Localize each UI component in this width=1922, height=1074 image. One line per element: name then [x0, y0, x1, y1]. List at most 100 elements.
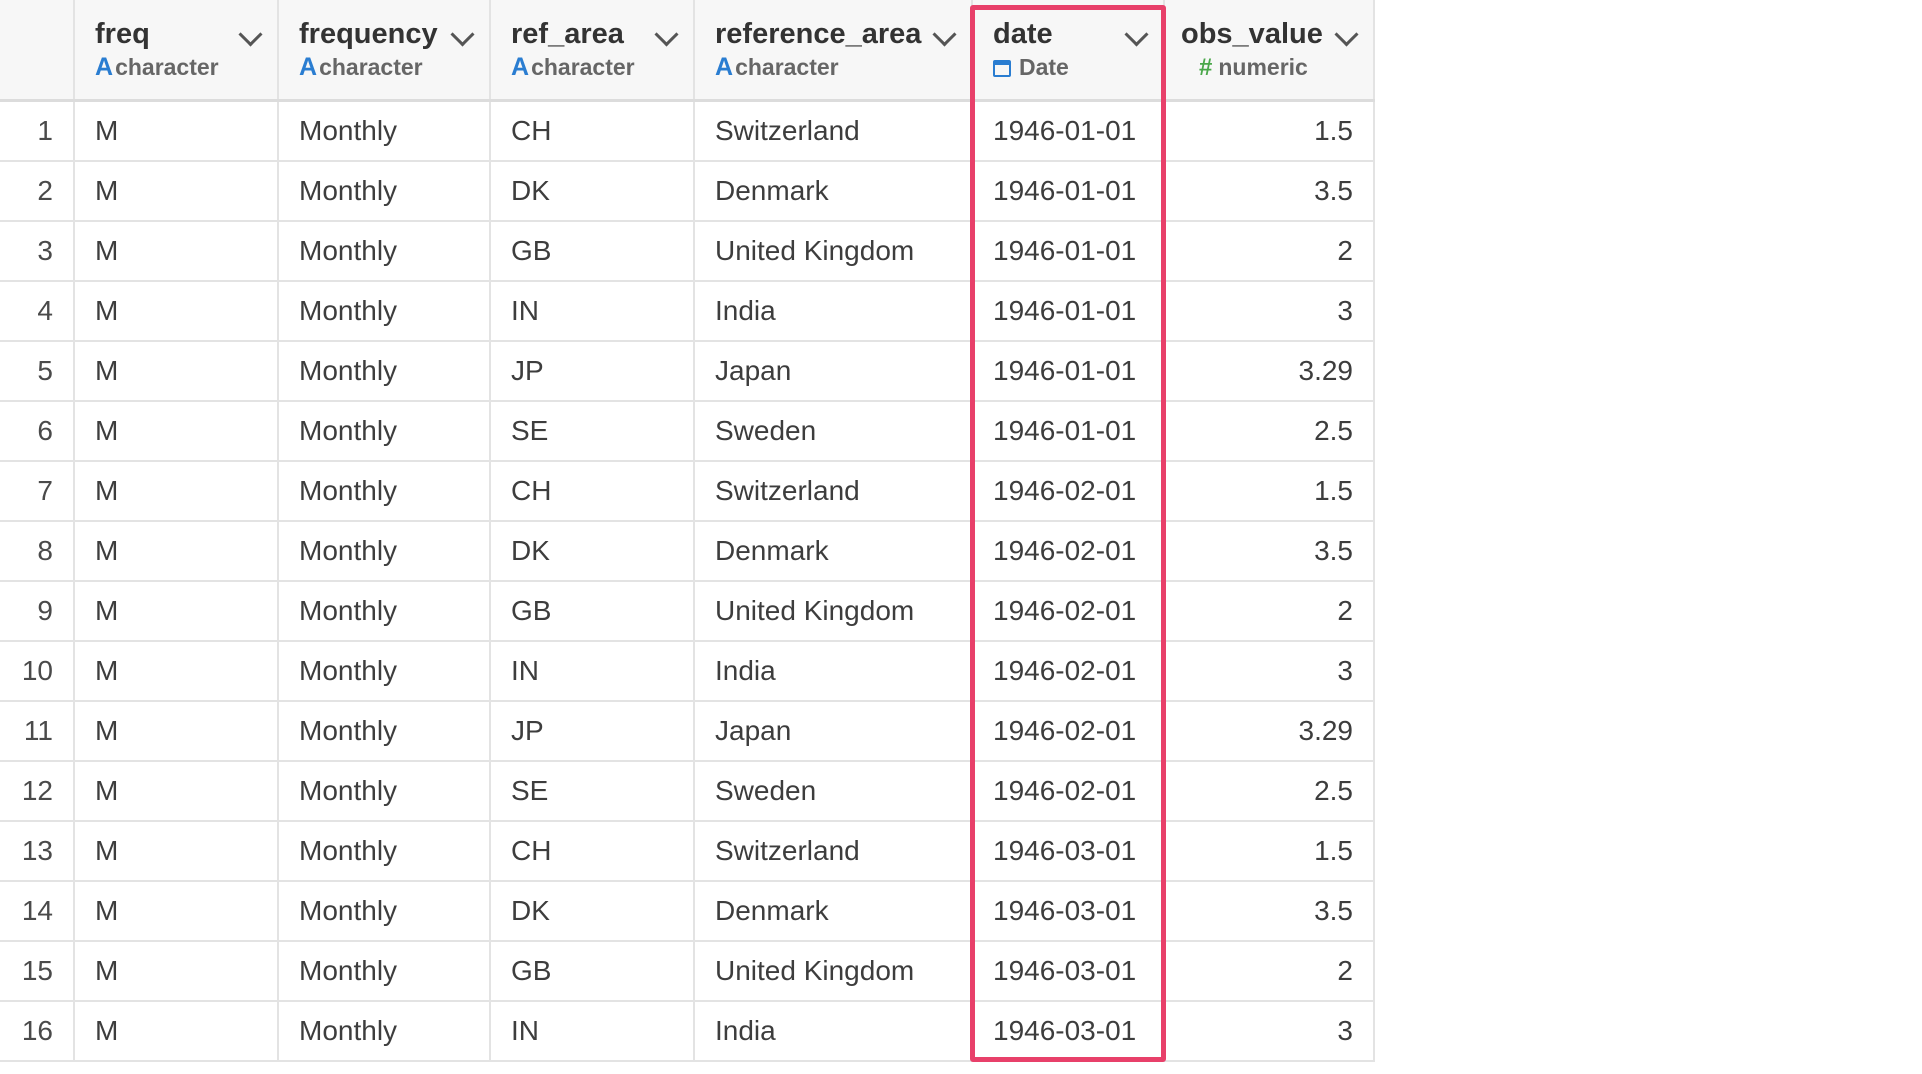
date-cell[interactable]: 1946-03-01 [972, 821, 1165, 882]
obs-value-cell[interactable]: 3 [1164, 281, 1375, 342]
date-cell[interactable]: 1946-03-01 [972, 941, 1165, 1002]
reference-area-cell[interactable]: United Kingdom [694, 221, 973, 282]
ref-area-cell[interactable]: CH [490, 821, 695, 882]
reference-area-cell[interactable]: Japan [694, 701, 973, 762]
freq-cell[interactable]: M [74, 821, 279, 882]
frequency-cell[interactable]: Monthly [278, 341, 491, 402]
obs-value-cell[interactable]: 2.5 [1164, 401, 1375, 462]
freq-cell[interactable]: M [74, 221, 279, 282]
ref-area-cell[interactable]: IN [490, 1001, 695, 1062]
column-header-date[interactable]: date Date [972, 0, 1165, 102]
frequency-cell[interactable]: Monthly [278, 761, 491, 822]
obs-value-cell[interactable]: 2 [1164, 221, 1375, 282]
ref-area-cell[interactable]: JP [490, 701, 695, 762]
freq-cell[interactable]: M [74, 521, 279, 582]
table-row[interactable]: 2 M Monthly DK Denmark 1946-01-01 3.5 [0, 161, 1375, 222]
reference-area-cell[interactable]: Denmark [694, 161, 973, 222]
freq-cell[interactable]: M [74, 1001, 279, 1062]
column-header-ref-area[interactable]: ref_area Acharacter [490, 0, 695, 102]
table-row[interactable]: 8 M Monthly DK Denmark 1946-02-01 3.5 [0, 521, 1375, 582]
obs-value-cell[interactable]: 3 [1164, 641, 1375, 702]
table-row[interactable]: 5 M Monthly JP Japan 1946-01-01 3.29 [0, 341, 1375, 402]
ref-area-cell[interactable]: GB [490, 941, 695, 1002]
obs-value-cell[interactable]: 2 [1164, 581, 1375, 642]
obs-value-cell[interactable]: 1.5 [1164, 461, 1375, 522]
ref-area-cell[interactable]: GB [490, 581, 695, 642]
table-row[interactable]: 12 M Monthly SE Sweden 1946-02-01 2.5 [0, 761, 1375, 822]
frequency-cell[interactable]: Monthly [278, 221, 491, 282]
reference-area-cell[interactable]: Switzerland [694, 821, 973, 882]
ref-area-cell[interactable]: DK [490, 881, 695, 942]
freq-cell[interactable]: M [74, 701, 279, 762]
obs-value-cell[interactable]: 3.29 [1164, 701, 1375, 762]
reference-area-cell[interactable]: Japan [694, 341, 973, 402]
date-cell[interactable]: 1946-01-01 [972, 161, 1165, 222]
ref-area-cell[interactable]: IN [490, 281, 695, 342]
obs-value-cell[interactable]: 2 [1164, 941, 1375, 1002]
obs-value-cell[interactable]: 3.29 [1164, 341, 1375, 402]
ref-area-cell[interactable]: DK [490, 161, 695, 222]
table-row[interactable]: 16 M Monthly IN India 1946-03-01 3 [0, 1001, 1375, 1062]
table-row[interactable]: 3 M Monthly GB United Kingdom 1946-01-01 2 [0, 221, 1375, 282]
reference-area-cell[interactable]: Denmark [694, 521, 973, 582]
date-cell[interactable]: 1946-01-01 [972, 100, 1165, 162]
obs-value-cell[interactable]: 1.5 [1164, 100, 1375, 162]
freq-cell[interactable]: M [74, 881, 279, 942]
date-cell[interactable]: 1946-01-01 [972, 401, 1165, 462]
date-cell[interactable]: 1946-02-01 [972, 761, 1165, 822]
table-row[interactable]: 7 M Monthly CH Switzerland 1946-02-01 1.5 [0, 461, 1375, 522]
reference-area-cell[interactable]: India [694, 281, 973, 342]
frequency-cell[interactable]: Monthly [278, 281, 491, 342]
column-header-reference-area[interactable]: reference_area Acharacter [694, 0, 973, 102]
freq-cell[interactable]: M [74, 581, 279, 642]
frequency-cell[interactable]: Monthly [278, 461, 491, 522]
table-row[interactable]: 4 M Monthly IN India 1946-01-01 3 [0, 281, 1375, 342]
date-cell[interactable]: 1946-01-01 [972, 341, 1165, 402]
freq-cell[interactable]: M [74, 100, 279, 162]
freq-cell[interactable]: M [74, 401, 279, 462]
frequency-cell[interactable]: Monthly [278, 161, 491, 222]
frequency-cell[interactable]: Monthly [278, 1001, 491, 1062]
table-row[interactable]: 14 M Monthly DK Denmark 1946-03-01 3.5 [0, 881, 1375, 942]
ref-area-cell[interactable]: CH [490, 100, 695, 162]
date-cell[interactable]: 1946-03-01 [972, 881, 1165, 942]
frequency-cell[interactable]: Monthly [278, 881, 491, 942]
date-cell[interactable]: 1946-03-01 [972, 1001, 1165, 1062]
reference-area-cell[interactable]: Switzerland [694, 100, 973, 162]
date-cell[interactable]: 1946-02-01 [972, 641, 1165, 702]
obs-value-cell[interactable]: 3.5 [1164, 521, 1375, 582]
ref-area-cell[interactable]: DK [490, 521, 695, 582]
freq-cell[interactable]: M [74, 161, 279, 222]
freq-cell[interactable]: M [74, 341, 279, 402]
frequency-cell[interactable]: Monthly [278, 100, 491, 162]
date-cell[interactable]: 1946-01-01 [972, 281, 1165, 342]
reference-area-cell[interactable]: Sweden [694, 401, 973, 462]
date-cell[interactable]: 1946-02-01 [972, 461, 1165, 522]
table-row[interactable]: 11 M Monthly JP Japan 1946-02-01 3.29 [0, 701, 1375, 762]
freq-cell[interactable]: M [74, 641, 279, 702]
table-row[interactable]: 13 M Monthly CH Switzerland 1946-03-01 1.5 [0, 821, 1375, 882]
frequency-cell[interactable]: Monthly [278, 401, 491, 462]
date-cell[interactable]: 1946-02-01 [972, 521, 1165, 582]
date-cell[interactable]: 1946-02-01 [972, 581, 1165, 642]
freq-cell[interactable]: M [74, 281, 279, 342]
table-row[interactable]: 10 M Monthly IN India 1946-02-01 3 [0, 641, 1375, 702]
obs-value-cell[interactable]: 1.5 [1164, 821, 1375, 882]
frequency-cell[interactable]: Monthly [278, 821, 491, 882]
obs-value-cell[interactable]: 3 [1164, 1001, 1375, 1062]
reference-area-cell[interactable]: United Kingdom [694, 581, 973, 642]
date-cell[interactable]: 1946-02-01 [972, 701, 1165, 762]
frequency-cell[interactable]: Monthly [278, 641, 491, 702]
frequency-cell[interactable]: Monthly [278, 701, 491, 762]
date-cell[interactable]: 1946-01-01 [972, 221, 1165, 282]
table-row[interactable]: 1 M Monthly CH Switzerland 1946-01-01 1.5 [0, 100, 1375, 162]
freq-cell[interactable]: M [74, 461, 279, 522]
table-row[interactable]: 6 M Monthly SE Sweden 1946-01-01 2.5 [0, 401, 1375, 462]
column-header-freq[interactable]: freq Acharacter [74, 0, 279, 102]
frequency-cell[interactable]: Monthly [278, 521, 491, 582]
reference-area-cell[interactable]: United Kingdom [694, 941, 973, 1002]
obs-value-cell[interactable]: 3.5 [1164, 161, 1375, 222]
ref-area-cell[interactable]: JP [490, 341, 695, 402]
reference-area-cell[interactable]: Switzerland [694, 461, 973, 522]
reference-area-cell[interactable]: Denmark [694, 881, 973, 942]
